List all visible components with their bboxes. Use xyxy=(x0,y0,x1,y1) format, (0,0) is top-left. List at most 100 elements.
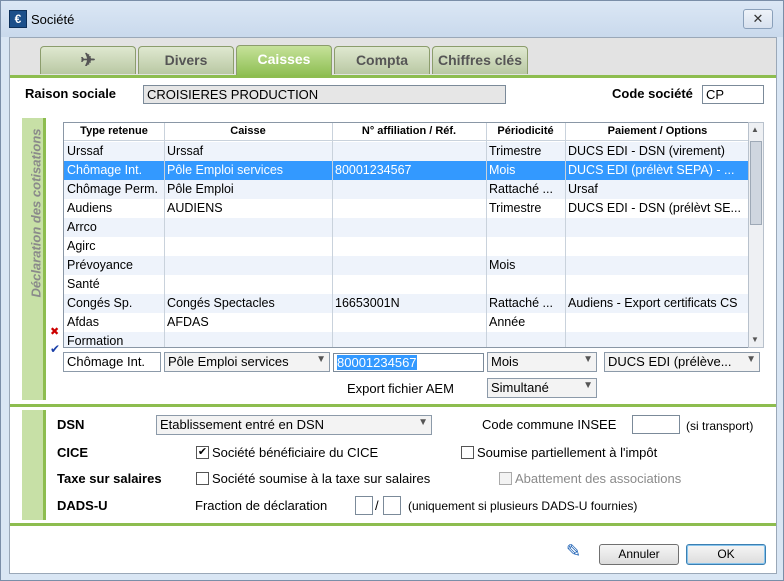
table-cell: AFDAS xyxy=(167,315,209,329)
tab-chiffres-cles[interactable]: Chiffres clés xyxy=(432,46,528,74)
table-cell: Rattaché ... xyxy=(489,296,553,310)
table-cell: Mois xyxy=(489,258,516,272)
soumise-impot-checkbox[interactable] xyxy=(461,446,474,459)
table-cell: Agirc xyxy=(67,239,96,253)
fraction-separator: / xyxy=(375,498,379,513)
dialog-client: ✈ Divers Caisses Compta Chiffres clés Ra… xyxy=(9,37,777,574)
tab-underline xyxy=(10,75,776,78)
scroll-thumb[interactable] xyxy=(750,141,762,225)
table-row[interactable]: Agirc xyxy=(64,237,748,256)
table-row[interactable]: Prévoyance Mois xyxy=(64,256,748,275)
export-aem-value: Simultané xyxy=(491,380,549,395)
scroll-up-icon[interactable]: ▲ xyxy=(751,125,759,134)
col-paiement[interactable]: Paiement / Options xyxy=(565,125,748,137)
edit-paiement-select[interactable]: DUCS EDI (prélève... ▼ xyxy=(604,352,760,372)
chevron-down-icon: ▼ xyxy=(583,354,593,365)
section-divider xyxy=(10,404,776,407)
table-row[interactable]: Santé xyxy=(64,275,748,294)
chevron-down-icon: ▼ xyxy=(418,417,428,428)
insee-hint: (si transport) xyxy=(686,419,754,433)
edit-periodicite-value: Mois xyxy=(491,354,519,369)
dadsu-label: DADS-U xyxy=(57,498,108,513)
cotisations-grid[interactable]: Type retenue Caisse N° affiliation / Réf… xyxy=(63,122,749,348)
taxe-salaires-checkbox-label: Société soumise à la taxe sur salaires xyxy=(212,471,431,486)
code-societe-field[interactable]: CP xyxy=(702,85,764,104)
col-periodicite[interactable]: Périodicité xyxy=(486,125,565,137)
code-insee-input[interactable] xyxy=(632,415,680,434)
table-cell: 80001234567 xyxy=(335,163,412,177)
edit-periodicite-select[interactable]: Mois ▼ xyxy=(487,352,597,372)
table-cell: Formation xyxy=(67,334,124,348)
chevron-down-icon: ▼ xyxy=(316,354,326,365)
table-cell: Congés Spectacles xyxy=(167,296,275,310)
table-cell: Ursaf xyxy=(568,182,598,196)
window-title: Société xyxy=(31,12,75,27)
edit-pencil-icon[interactable]: ✎ xyxy=(566,541,581,562)
table-cell: Prévoyance xyxy=(67,258,134,272)
table-row[interactable]: Afdas AFDAS Année xyxy=(64,313,748,332)
close-button[interactable]: ✕ xyxy=(743,9,773,29)
code-insee-label: Code commune INSEE xyxy=(482,417,617,432)
delete-row-icon[interactable]: ✖ xyxy=(50,325,59,338)
col-divider xyxy=(332,123,333,347)
table-cell: Congés Sp. xyxy=(67,296,133,310)
soumise-impot-label: Soumise partiellement à l'impôt xyxy=(477,445,658,460)
fraction-label: Fraction de déclaration xyxy=(195,498,328,513)
grid-scrollbar[interactable]: ▲ ▼ xyxy=(748,122,764,348)
edit-type-retenue[interactable]: Chômage Int. xyxy=(63,352,161,372)
abattement-label: Abattement des associations xyxy=(515,471,682,486)
table-cell: Chômage Int. xyxy=(67,163,143,177)
dsn-label: DSN xyxy=(57,417,85,432)
table-row[interactable]: Audiens AUDIENS Trimestre DUCS EDI - DSN (p… xyxy=(64,199,748,218)
abattement-checkbox[interactable] xyxy=(499,472,512,485)
edit-affiliation-value: 80001234567 xyxy=(337,355,417,370)
tab-caisses[interactable]: Caisses xyxy=(236,45,332,75)
grid-header: Type retenue Caisse N° affiliation / Réf… xyxy=(64,123,748,141)
cancel-button[interactable]: Annuler xyxy=(599,544,679,565)
chevron-down-icon: ▼ xyxy=(746,354,756,365)
col-affiliation[interactable]: N° affiliation / Réf. xyxy=(332,125,486,137)
app-euro-icon: € xyxy=(9,10,27,28)
chevron-down-icon: ▼ xyxy=(583,380,593,391)
cice-checkbox[interactable]: ✔ xyxy=(196,446,209,459)
dsn-value: Etablissement entré en DSN xyxy=(160,417,325,432)
tab-divers[interactable]: Divers xyxy=(138,46,234,74)
validate-row-icon[interactable]: ✔ xyxy=(50,342,60,356)
table-cell: DUCS EDI (prélèvt SEPA) - ... xyxy=(568,163,735,177)
col-type-retenue[interactable]: Type retenue xyxy=(64,125,164,137)
fraction-denominator-input[interactable] xyxy=(383,496,401,515)
col-divider xyxy=(486,123,487,347)
edit-affiliation-input[interactable]: 80001234567 xyxy=(333,353,484,372)
table-row[interactable]: Arrco xyxy=(64,218,748,237)
table-cell: DUCS EDI - DSN (virement) xyxy=(568,144,725,158)
tab-plane-icon[interactable]: ✈ xyxy=(40,46,136,74)
table-cell: Urssaf xyxy=(67,144,104,158)
table-row[interactable]: Congés Sp. Congés Spectacles 16653001N Ratt… xyxy=(64,294,748,313)
table-cell: DUCS EDI - DSN (prélèvt SE... xyxy=(568,201,741,215)
table-cell: Trimestre xyxy=(489,144,542,158)
dsn-select[interactable]: Etablissement entré en DSN ▼ xyxy=(156,415,432,435)
edit-caisse-select[interactable]: Pôle Emploi services ▼ xyxy=(164,352,330,372)
table-cell: 16653001N xyxy=(335,296,400,310)
col-caisse[interactable]: Caisse xyxy=(164,125,332,137)
edit-caisse-value: Pôle Emploi services xyxy=(168,354,289,369)
table-row[interactable]: Formation xyxy=(64,332,748,348)
taxe-salaires-checkbox[interactable] xyxy=(196,472,209,485)
code-societe-label: Code société xyxy=(612,86,693,101)
tab-strip: ✈ Divers Caisses Compta Chiffres clés xyxy=(10,38,776,76)
ok-button[interactable]: OK xyxy=(686,544,766,565)
scroll-down-icon[interactable]: ▼ xyxy=(751,335,759,344)
raison-sociale-field[interactable]: CROISIERES PRODUCTION xyxy=(143,85,506,104)
edit-paiement-value: DUCS EDI (prélève... xyxy=(608,354,732,369)
table-row[interactable]: Urssaf Urssaf Trimestre DUCS EDI - DSN (vir… xyxy=(64,142,748,161)
table-cell: Mois xyxy=(489,163,516,177)
options-side-bar xyxy=(22,410,46,520)
table-row[interactable]: Chômage Perm. Pôle Emploi Rattaché ... Ursa… xyxy=(64,180,748,199)
tab-compta[interactable]: Compta xyxy=(334,46,430,74)
fraction-hint: (uniquement si plusieurs DADS-U fournies… xyxy=(408,499,638,513)
export-aem-select[interactable]: Simultané ▼ xyxy=(487,378,597,398)
table-row[interactable]: Chômage Int. Pôle Emploi services 80001234… xyxy=(64,161,748,180)
fraction-numerator-input[interactable] xyxy=(355,496,373,515)
taxe-salaires-label: Taxe sur salaires xyxy=(57,471,162,486)
table-cell: Audiens xyxy=(67,201,113,215)
